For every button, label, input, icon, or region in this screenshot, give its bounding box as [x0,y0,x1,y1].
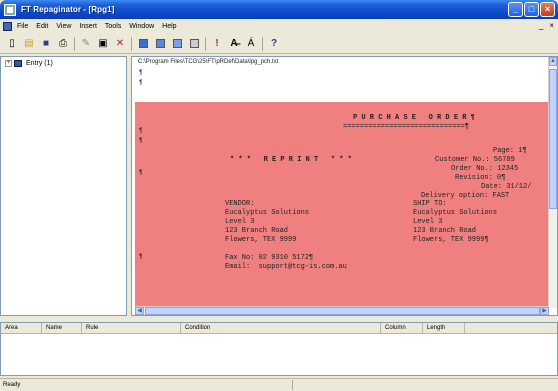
run-icon[interactable]: ! [210,37,224,51]
tree-item-label: Entry (1) [26,60,53,67]
fax-number: Fax No: 02 9310 5172¶ [225,254,314,262]
close-button[interactable]: × [540,2,555,17]
vertical-scrollbar[interactable]: ▲ [548,57,557,308]
toolbar-separator [74,36,75,51]
properties-icon[interactable]: ▣ [96,37,110,51]
email: Email: support@tcg-is.com.au [225,263,347,271]
vertical-scroll-thumb[interactable] [549,69,557,209]
shipto-street: 123 Branch Road [413,227,477,235]
column-header-column[interactable]: Column [381,323,423,334]
highlight-region: ¶ ¶ ¶ ¶ [135,102,549,308]
grid-header: Area Name Rule Condition Column Length [1,323,557,334]
column-header-condition[interactable]: Condition [181,323,381,334]
po-title: P U R C H A S E O R D E R ¶ [353,114,475,122]
print-icon[interactable]: ⎙ [56,37,70,51]
shipto-label: SHIP TO: [413,200,447,208]
column-header-name[interactable]: Name [42,323,82,334]
title-bar[interactable]: FT Repaginator - [Rpg1] _ □ × [0,0,558,19]
paragraph-mark: ¶ [139,137,143,144]
menu-file[interactable]: File [17,23,28,30]
paragraph-mark: ¶ [139,127,143,134]
save-icon[interactable]: ■ [39,37,53,51]
font-size-icon[interactable]: Á [244,37,258,51]
window-title: FT Repaginator - [Rpg1] [21,5,115,14]
menu-edit[interactable]: Edit [36,23,48,30]
horizontal-scroll-thumb[interactable] [145,307,540,315]
scroll-right-icon[interactable]: ▶ [540,307,549,315]
mdi-close-button[interactable]: × [549,21,554,30]
maximize-button[interactable]: □ [524,2,539,17]
open-icon[interactable]: ▤ [22,37,36,51]
customer-number: Customer No.: 56789 [435,156,515,164]
vendor-street: 123 Branch Road [225,227,289,235]
shipto-name: Eucalyptus Solutions [413,209,498,217]
page-number: Page: 1¶ [493,147,527,155]
view3-icon[interactable] [170,37,184,51]
shipto-city: Flowers, TEX 9999¶ [413,236,489,244]
view2-icon[interactable] [153,37,167,51]
view1-icon[interactable] [136,37,150,51]
column-header-length[interactable]: Length [423,323,465,334]
view4-icon[interactable] [187,37,201,51]
revision: Revision: 0¶ [455,174,506,182]
document-content[interactable]: ¶ ¶ ¶ ¶ ¶ ¶ P U R C H A S E O R D E R ¶ … [135,68,549,308]
date: Date: 31/12/ [481,183,532,191]
paragraph-mark: ¶ [139,253,143,260]
menu-insert[interactable]: Insert [79,23,97,30]
expand-icon[interactable]: + [5,60,12,67]
status-panel [292,380,556,390]
help-icon[interactable]: ? [267,37,281,51]
po-rule: =============================¶ [343,123,470,131]
paragraph-mark: ¶ [139,169,143,176]
column-header-area[interactable]: Area [1,323,42,334]
vendor-name: Eucalyptus Solutions [225,209,310,217]
paragraph-mark: ¶ [139,79,143,86]
new-icon[interactable]: ▯ [5,37,19,51]
scroll-up-icon[interactable]: ▲ [549,57,557,66]
status-text: Ready [3,382,21,388]
toolbar-separator [262,36,263,51]
rules-grid[interactable]: Area Name Rule Condition Column Length [0,322,558,376]
vendor-city: Flowers, TEX 9999 [225,236,297,244]
menu-window[interactable]: Window [129,23,154,30]
reprint-banner: * * * R E P R I N T * * * [230,156,352,164]
order-number: Order No.: 12345 [451,165,519,173]
menu-view[interactable]: View [56,23,71,30]
delete-icon[interactable]: ✕ [113,37,127,51]
mdi-minimize-button[interactable]: _ [539,21,543,30]
paragraph-mark: ¶ [139,69,143,76]
column-header-rule[interactable]: Rule [82,323,181,334]
vendor-level: Level 3 [225,218,255,226]
document-icon[interactable] [3,22,12,31]
menu-tools[interactable]: Tools [105,23,121,30]
menu-help[interactable]: Help [162,23,176,30]
scroll-left-icon[interactable]: ◀ [135,307,144,315]
font-icon[interactable]: A̶ [227,37,241,51]
menu-bar: File Edit View Insert Tools Window Help … [0,19,558,34]
file-path: C:\Program Files\TCG\25\FT\pRDef\Data\lp… [138,59,279,65]
vendor-label: VENDOR: [225,200,255,208]
status-bar: Ready [0,378,558,391]
document-pane[interactable]: C:\Program Files\TCG\25\FT\pRDef\Data\lp… [131,56,558,316]
tree-pane[interactable]: + Entry (1) [0,56,127,316]
shipto-level: Level 3 [413,218,443,226]
tree-item-entry[interactable]: + Entry (1) [5,60,53,67]
minimize-button[interactable]: _ [508,2,523,17]
toolbar-separator [131,36,132,51]
toolbar: ▯ ▤ ■ ⎙ ✎ ▣ ✕ ! A̶ Á ? [0,34,558,54]
entry-icon [14,60,22,67]
app-icon[interactable] [4,3,16,16]
horizontal-scrollbar[interactable]: ◀ ▶ [135,306,549,315]
toolbar-separator [205,36,206,51]
edit-icon[interactable]: ✎ [79,37,93,51]
